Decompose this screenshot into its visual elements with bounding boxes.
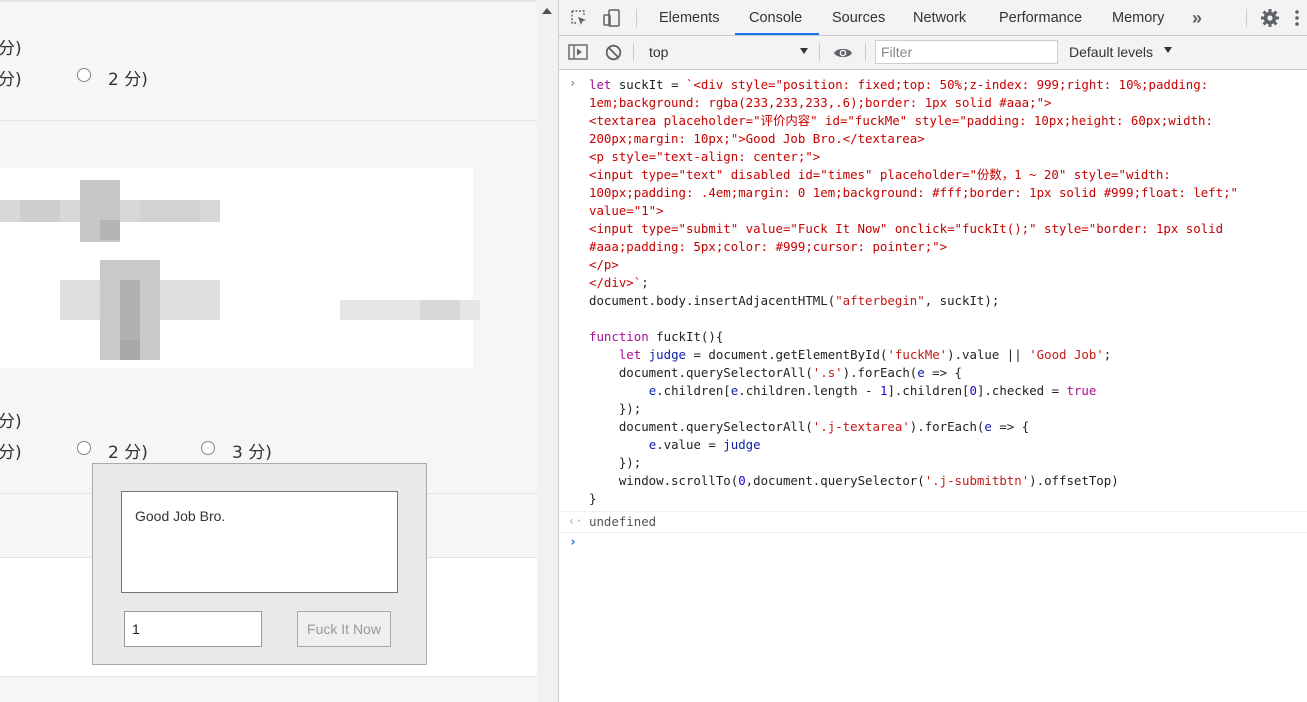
separator <box>633 43 634 61</box>
page-top-border <box>0 0 537 2</box>
question-1-option-1[interactable]: 分) <box>0 65 22 90</box>
radio-button[interactable] <box>201 441 215 455</box>
log-levels-dropdown[interactable]: Default levels <box>1069 44 1153 60</box>
fuck-it-now-button[interactable]: Fuck It Now <box>297 611 391 647</box>
context-selector[interactable]: top <box>649 44 668 60</box>
page-scrollbar[interactable] <box>537 0 559 702</box>
input-prompt-icon: › <box>569 76 577 90</box>
scroll-up-arrow-icon[interactable] <box>542 8 552 14</box>
more-options-icon[interactable] <box>1295 9 1299 31</box>
tab-performance[interactable]: Performance <box>999 0 1082 35</box>
tab-memory[interactable]: Memory <box>1112 0 1164 35</box>
chevron-down-icon[interactable] <box>800 48 808 54</box>
return-value-icon: ‹· <box>568 514 583 528</box>
console-toolbar: top Filter Default levels <box>559 36 1307 70</box>
question-1-label: 分) <box>0 39 22 59</box>
live-expression-eye-icon[interactable] <box>833 45 853 64</box>
tab-console[interactable]: Console <box>735 0 819 35</box>
show-sidebar-icon[interactable] <box>568 43 588 65</box>
comment-textarea[interactable]: Good Job Bro. <box>121 491 398 593</box>
divider <box>0 120 537 121</box>
devtools-tabbar: Elements Console Sources Network Perform… <box>559 0 1307 36</box>
inspect-element-icon[interactable] <box>570 9 588 31</box>
question-2-option-1[interactable]: 分) <box>0 438 22 463</box>
separator <box>819 43 820 61</box>
separator <box>865 43 866 61</box>
question-1-option-2[interactable]: 2 分) <box>108 65 148 90</box>
blurred-image <box>0 168 480 368</box>
tab-elements[interactable]: Elements <box>659 0 719 35</box>
separator <box>636 9 637 27</box>
tab-network[interactable]: Network <box>913 0 966 35</box>
tab-sources[interactable]: Sources <box>832 0 885 35</box>
times-input: 1 <box>124 611 262 647</box>
console-input-code: let suckIt = `<div style="position: fixe… <box>589 77 1239 506</box>
question-2-option-3[interactable]: 3 分) <box>232 438 272 463</box>
radio-button[interactable] <box>77 441 91 455</box>
radio-button[interactable] <box>77 68 91 82</box>
separator <box>1246 9 1247 27</box>
filter-input[interactable]: Filter <box>875 40 1058 64</box>
console-prompt-icon[interactable]: › <box>569 535 577 550</box>
clear-console-icon[interactable] <box>605 44 622 65</box>
separator <box>559 511 1307 512</box>
more-tabs-icon[interactable]: » <box>1192 0 1202 35</box>
question-2-option-2[interactable]: 2 分) <box>108 438 148 463</box>
devtools-panel: Elements Console Sources Network Perform… <box>559 0 1307 702</box>
console-output[interactable]: › let suckIt = `<div style="position: fi… <box>559 70 1307 702</box>
question-2-label: 分) <box>0 412 22 432</box>
console-result: undefined <box>589 514 657 529</box>
separator <box>559 532 1307 533</box>
settings-gear-icon[interactable] <box>1260 8 1280 32</box>
chevron-down-icon[interactable] <box>1164 47 1172 53</box>
device-toolbar-icon[interactable] <box>602 8 622 32</box>
